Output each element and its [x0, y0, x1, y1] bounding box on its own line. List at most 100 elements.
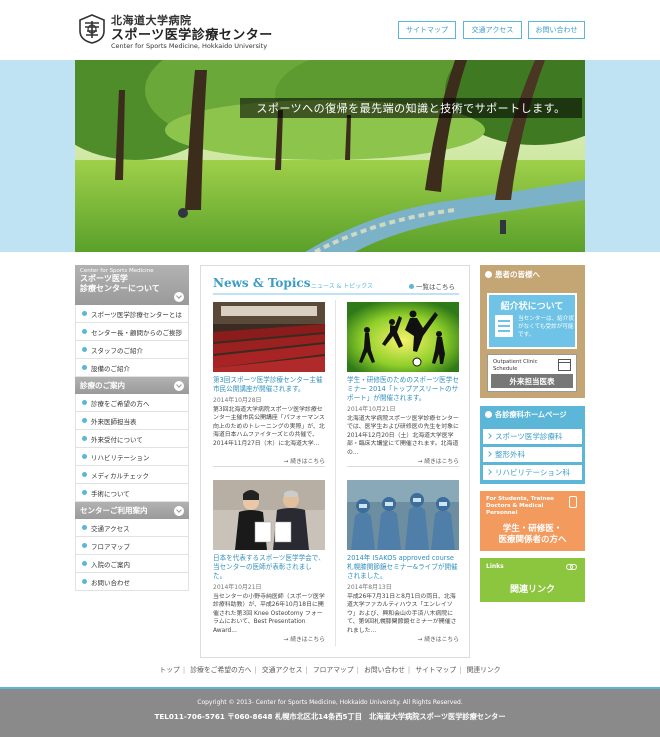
- related-links-banner[interactable]: Links 関連リンク: [480, 558, 585, 602]
- news-card-body: 当センターの小野寺純医師（スポーツ医学診療科助教）が、平成26年10月18日に開…: [213, 594, 325, 634]
- news-card-date: 2014年10月28日: [213, 397, 262, 404]
- dept-link-orthopedics[interactable]: 整形外科: [483, 447, 582, 462]
- sidebar-section-guide-header[interactable]: センターご利用案内: [75, 502, 189, 519]
- sidebar-section-guide-title: センターご利用案内: [80, 506, 148, 515]
- bullet-icon: [82, 347, 87, 352]
- news-subtitle: ニュース & トピックス: [311, 283, 374, 290]
- news-card-title[interactable]: 日本を代表するスポーツ医学学会で、当センターの医師が表彰されました。: [213, 554, 325, 581]
- news-image-lecture-hall[interactable]: [213, 302, 325, 372]
- links-jp-label: 関連リンク: [509, 585, 555, 595]
- news-card-title[interactable]: 学生・研修医のためのスポーツ医学セミナー 2014「トップアスリートのサポート」…: [347, 376, 459, 403]
- sidebar-nav: Center for Sports Medicine スポーツ医学 診療センター…: [75, 265, 189, 591]
- footer-nav: トップ | 診療をご希望の方へ | 交通アクセス | フロアマップ | お問い合わせ | …: [159, 666, 501, 674]
- center-english-name[interactable]: Center for Sports Medicine, Hokkaido Uni…: [111, 42, 267, 50]
- dept-link-rehabilitation[interactable]: リハビリテーション科: [483, 465, 582, 480]
- students-jp-label1: 学生・研修医・: [502, 524, 563, 534]
- sidebar-item-doctor-schedule[interactable]: 外来医師担当表: [75, 412, 189, 430]
- outpatient-en-label: Outpatient Clinic Schedule: [493, 359, 538, 372]
- hero-caption: スポーツへの復帰を最先端の知識と技術でサポートします。: [240, 98, 582, 118]
- contact-button[interactable]: お問い合わせ: [528, 21, 585, 39]
- footer-link-floormap[interactable]: フロアマップ: [313, 666, 354, 674]
- phone-icon: [569, 496, 577, 508]
- outpatient-schedule-banner[interactable]: Outpatient Clinic Schedule 外来担当医表: [487, 354, 577, 392]
- department-title: 各診療科ホームページ: [495, 409, 567, 419]
- news-card-more-link[interactable]: → 続きはこちら: [284, 456, 325, 465]
- sidebar-section-clinic-header[interactable]: 診療のご案内: [75, 377, 189, 394]
- center-name[interactable]: スポーツ医学診療センター: [111, 24, 273, 43]
- students-en-label: For Students, Trainee Doctors & Medical …: [486, 496, 554, 516]
- bullet-icon: [82, 525, 87, 530]
- bullet-icon: [82, 329, 87, 334]
- sidebar-item-label: 外来医師担当表: [91, 417, 137, 426]
- sidebar-item-floormap[interactable]: フロアマップ: [75, 537, 189, 555]
- bullet-icon: [485, 270, 492, 278]
- footer-link-contact[interactable]: お問い合わせ: [364, 666, 405, 674]
- news-title-underline: [213, 293, 459, 295]
- sidebar-item-rehabilitation[interactable]: リハビリテーション: [75, 448, 189, 466]
- news-topics-panel: News & Topics ニュース & トピックス 一覧はこちら 第3回スポー…: [200, 265, 470, 658]
- students-banner[interactable]: For Students, Trainee Doctors & Medical …: [480, 491, 585, 551]
- footer-link-consultation[interactable]: 診療をご希望の方へ: [190, 666, 251, 674]
- access-button[interactable]: 交通アクセス: [463, 21, 522, 39]
- sidebar-item-label: センター長・顧問からのご挨拶: [91, 328, 182, 337]
- news-image-athletes[interactable]: [347, 302, 459, 372]
- footer-link-sitemap[interactable]: サイトマップ: [415, 666, 456, 674]
- news-card-body: 平成26年7月31日と8月1日の両日、北海道大学ファカルティハウス「エンレイソウ…: [347, 594, 457, 634]
- bullet-icon: [485, 411, 492, 418]
- dept-link-sports-medicine[interactable]: スポーツ医学診療科: [483, 429, 582, 444]
- right-column: 患者の皆様へ 紹介状について 当センターは、紹介状がなくても受診が可能です。 O…: [480, 265, 585, 602]
- news-image-award-photo[interactable]: [213, 480, 325, 550]
- bullet-icon: [82, 418, 87, 423]
- referral-description: 当センターは、紹介状がなくても受診が可能です。: [518, 316, 574, 338]
- news-card-more-link[interactable]: → 続きはこちら: [418, 456, 459, 465]
- footer-link-top[interactable]: トップ: [159, 666, 179, 674]
- chevron-down-icon: [174, 505, 184, 516]
- university-seal-icon[interactable]: [78, 14, 106, 44]
- sidebar-section-about-header[interactable]: Center for Sports Medicine スポーツ医学 診療センター…: [75, 265, 189, 305]
- news-card-more-link[interactable]: → 続きはこちら: [418, 634, 459, 643]
- patients-header: 患者の皆様へ: [480, 265, 585, 283]
- sidebar-item-label: 手術について: [91, 489, 130, 498]
- link-chain-icon: [566, 564, 577, 570]
- news-card-date: 2014年8月13日: [347, 584, 392, 591]
- sidebar-item-label: スポーツ医学診療センターとは: [91, 310, 182, 319]
- sidebar-section-clinic-title: 診療のご案内: [80, 381, 125, 390]
- document-icon: [495, 315, 513, 337]
- news-card: 日本を代表するスポーツ医学学会で、当センターの医師が表彰されました。 2014年…: [213, 480, 325, 643]
- footer-link-related[interactable]: 関連リンク: [467, 666, 501, 674]
- news-view-all-label: 一覧はこちら: [416, 283, 455, 291]
- sidebar-item-reception[interactable]: 外来受付について: [75, 430, 189, 448]
- footer-accent-line: [0, 687, 660, 689]
- sidebar-item-consultation[interactable]: 診療をご希望の方へ: [75, 394, 189, 412]
- bullet-icon: [82, 472, 87, 477]
- sidebar-item-facilities[interactable]: 設備のご紹介: [75, 359, 189, 377]
- sidebar-item-label: リハビリテーション: [91, 453, 150, 462]
- sitemap-button[interactable]: サイトマップ: [398, 21, 456, 39]
- sidebar-item-greeting[interactable]: センター長・顧問からのご挨拶: [75, 323, 189, 341]
- sidebar-item-about-center[interactable]: スポーツ医学診療センターとは: [75, 305, 189, 323]
- news-card: 第3回スポーツ医学診療センター主催市民公開講座が開催されます。 2014年10月…: [213, 302, 325, 467]
- referral-letter-banner[interactable]: 紹介状について 当センターは、紹介状がなくても受診が可能です。: [487, 293, 577, 349]
- department-links-panel: 各診療科ホームページ スポーツ医学診療科 整形外科 リハビリテーション科: [480, 406, 585, 484]
- sidebar-item-surgery[interactable]: 手術について: [75, 484, 189, 502]
- news-view-all-link[interactable]: 一覧はこちら: [409, 281, 455, 291]
- footer-link-access[interactable]: 交通アクセス: [262, 666, 302, 674]
- sidebar-item-label: 交通アクセス: [91, 524, 130, 533]
- sidebar-item-contact[interactable]: お問い合わせ: [75, 573, 189, 591]
- footer-copyright: Copyright © 2013- Center for Sports Medi…: [197, 699, 463, 706]
- calendar-icon: [558, 359, 571, 371]
- news-image-surgeons[interactable]: [347, 480, 459, 550]
- news-card-title[interactable]: 2014年 ISAKOS approved course 札幌膝関節鏡セミナー&…: [347, 554, 459, 581]
- sidebar-item-medical-check[interactable]: メディカルチェック: [75, 466, 189, 484]
- sidebar-section-about-title1: スポーツ医学: [80, 274, 128, 283]
- sidebar-item-access[interactable]: 交通アクセス: [75, 519, 189, 537]
- news-card-title[interactable]: 第3回スポーツ医学診療センター主催市民公開講座が開催されます。: [213, 376, 325, 394]
- site-header: 北海道大学病院 スポーツ医学診療センター Center for Sports M…: [0, 0, 660, 60]
- sidebar-item-staff[interactable]: スタッフのご紹介: [75, 341, 189, 359]
- patients-panel: 患者の皆様へ 紹介状について 当センターは、紹介状がなくても受診が可能です。 O…: [480, 265, 585, 398]
- news-card-date: 2014年10月21日: [347, 406, 396, 413]
- chevron-down-icon: [174, 292, 184, 302]
- sidebar-item-label: メディカルチェック: [91, 471, 150, 480]
- sidebar-item-admission[interactable]: 入院のご案内: [75, 555, 189, 573]
- news-card-more-link[interactable]: → 続きはこちら: [284, 634, 325, 643]
